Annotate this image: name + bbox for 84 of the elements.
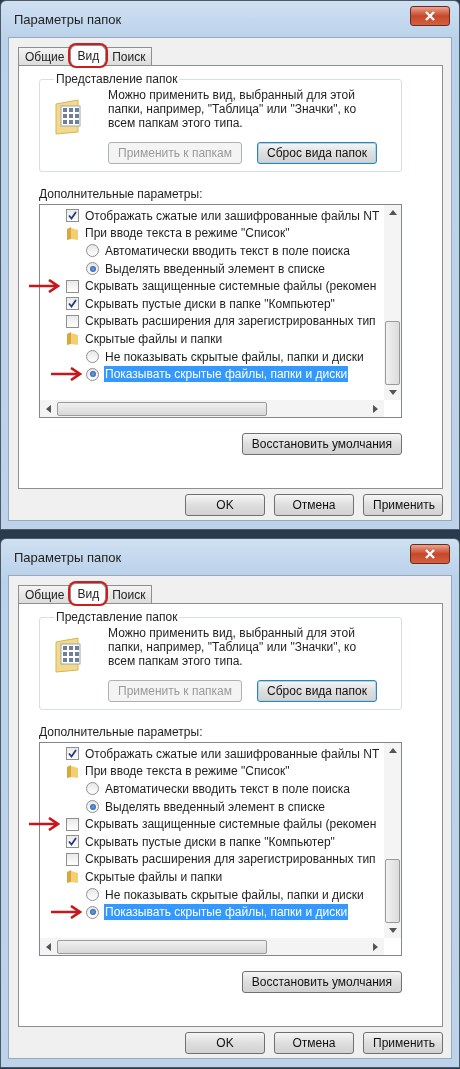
radio-button[interactable] — [86, 905, 99, 919]
scroll-down-icon[interactable] — [388, 928, 397, 933]
radio-button[interactable] — [86, 800, 99, 814]
advanced-settings-label: Дополнительные параметры: — [39, 725, 204, 739]
setting-label[interactable]: Не показывать скрытые файлы, папки и диски — [104, 348, 365, 365]
radio-button[interactable] — [86, 244, 99, 258]
setting-label[interactable]: При вводе текста в режиме "Список" — [84, 225, 291, 242]
setting-label[interactable]: Скрывать защищенные системные файлы (рекомен — [84, 816, 378, 833]
group-title: Представление папок — [55, 72, 179, 86]
checkbox[interactable] — [66, 297, 79, 311]
setting-label[interactable]: Выделять введенный элемент в списке — [104, 798, 326, 815]
checkbox[interactable] — [66, 835, 79, 849]
close-icon — [424, 11, 436, 21]
dialog-button[interactable]: Отмена — [274, 494, 354, 516]
description-text: Можно применить вид, выбранный для этой папки, например, "Таблица" или "Значки", ко всем папкам этого типа. — [108, 626, 358, 668]
window-title: Параметры папок — [13, 11, 122, 27]
scroll-thumb[interactable] — [57, 939, 267, 954]
restore-defaults-button[interactable]: Восстановить умолчания — [241, 971, 402, 993]
restore-defaults-button[interactable]: Восстановить умолчания — [241, 433, 402, 455]
dialog-button[interactable]: Отмена — [274, 1032, 354, 1054]
scroll-left-icon[interactable] — [46, 404, 51, 413]
checkbox[interactable] — [66, 314, 79, 328]
setting-label[interactable]: Скрывать защищенные системные файлы (рекомен — [84, 278, 378, 295]
setting-label[interactable]: Скрывать расширения для зарегистрированных тип — [84, 851, 377, 868]
setting-label[interactable]: Скрывать пустые диски в папке "Компьютер" — [84, 295, 336, 312]
setting-label[interactable]: При вводе текста в режиме "Список" — [84, 763, 291, 780]
scroll-thumb[interactable] — [385, 858, 400, 923]
setting-label[interactable]: Скрывать пустые диски в папке "Компьютер" — [84, 833, 336, 850]
vertical-scrollbar[interactable] — [384, 743, 401, 938]
setting-label[interactable]: Скрывать расширения для зарегистрированных тип — [84, 313, 377, 330]
radio-button[interactable] — [86, 367, 99, 381]
folder-grid-icon — [54, 636, 84, 674]
folder-icon — [66, 331, 79, 347]
window-title: Параметры папок — [13, 549, 122, 565]
setting-label[interactable]: Автоматически вводить текст в поле поиска — [104, 243, 351, 259]
setting-label[interactable]: Выделять введенный элемент в списке — [104, 260, 326, 277]
setting-label[interactable]: Скрытые файлы и папки — [84, 868, 224, 885]
checkbox[interactable] — [66, 747, 79, 761]
folder-icon — [66, 225, 79, 241]
close-button[interactable] — [410, 6, 450, 26]
radio-button[interactable] — [86, 782, 99, 796]
setting-label[interactable]: Автоматически вводить текст в поле поиска — [104, 781, 351, 797]
setting-label[interactable]: Отображать сжатые или зашифрованные файлы NT — [84, 207, 381, 224]
radio-button[interactable] — [86, 350, 99, 364]
scroll-up-icon[interactable] — [388, 210, 397, 215]
description-text: Можно применить вид, выбранный для этой папки, например, "Таблица" или "Значки", ко всем папкам этого типа. — [108, 88, 358, 130]
tab[interactable]: Общие — [18, 47, 72, 65]
folder-view-button[interactable]: Сброс вида папок — [257, 680, 377, 702]
tab[interactable]: Вид — [70, 45, 107, 66]
tab[interactable]: Вид — [70, 583, 107, 604]
dialog-button[interactable]: Применить — [363, 494, 443, 516]
checkbox[interactable] — [66, 209, 79, 223]
scroll-down-icon[interactable] — [388, 390, 397, 395]
scroll-up-icon[interactable] — [388, 748, 397, 753]
checkbox[interactable] — [66, 817, 79, 831]
tab[interactable]: Поиск — [105, 585, 153, 603]
folder-view-button[interactable]: Сброс вида папок — [257, 142, 377, 164]
tab[interactable]: Поиск — [105, 47, 153, 65]
group-title: Представление папок — [55, 610, 179, 624]
horizontal-scrollbar[interactable] — [40, 400, 384, 417]
scroll-right-icon[interactable] — [373, 942, 378, 951]
scroll-thumb[interactable] — [385, 320, 400, 385]
folder-icon — [66, 869, 79, 885]
dialog-button[interactable]: OK — [185, 1032, 265, 1054]
radio-button[interactable] — [86, 262, 99, 276]
setting-label[interactable]: Скрытые файлы и папки — [84, 330, 224, 347]
setting-label[interactable]: Отображать сжатые или зашифрованные файлы NT — [84, 745, 381, 762]
folder-grid-icon — [54, 98, 84, 136]
close-button[interactable] — [410, 544, 450, 564]
checkbox[interactable] — [66, 279, 79, 293]
scroll-left-icon[interactable] — [46, 942, 51, 951]
dialog-button[interactable]: OK — [185, 494, 265, 516]
horizontal-scrollbar[interactable] — [40, 938, 384, 955]
tab[interactable]: Общие — [18, 585, 72, 603]
radio-button[interactable] — [86, 888, 99, 902]
dialog-button[interactable]: Применить — [363, 1032, 443, 1054]
vertical-scrollbar[interactable] — [384, 205, 401, 400]
scroll-thumb[interactable] — [57, 401, 267, 416]
advanced-settings-label: Дополнительные параметры: — [39, 187, 204, 201]
scroll-right-icon[interactable] — [373, 404, 378, 413]
setting-label[interactable]: Не показывать скрытые файлы, папки и диски — [104, 886, 365, 903]
close-icon — [424, 549, 436, 559]
checkbox[interactable] — [66, 852, 79, 866]
folder-icon — [66, 763, 79, 779]
